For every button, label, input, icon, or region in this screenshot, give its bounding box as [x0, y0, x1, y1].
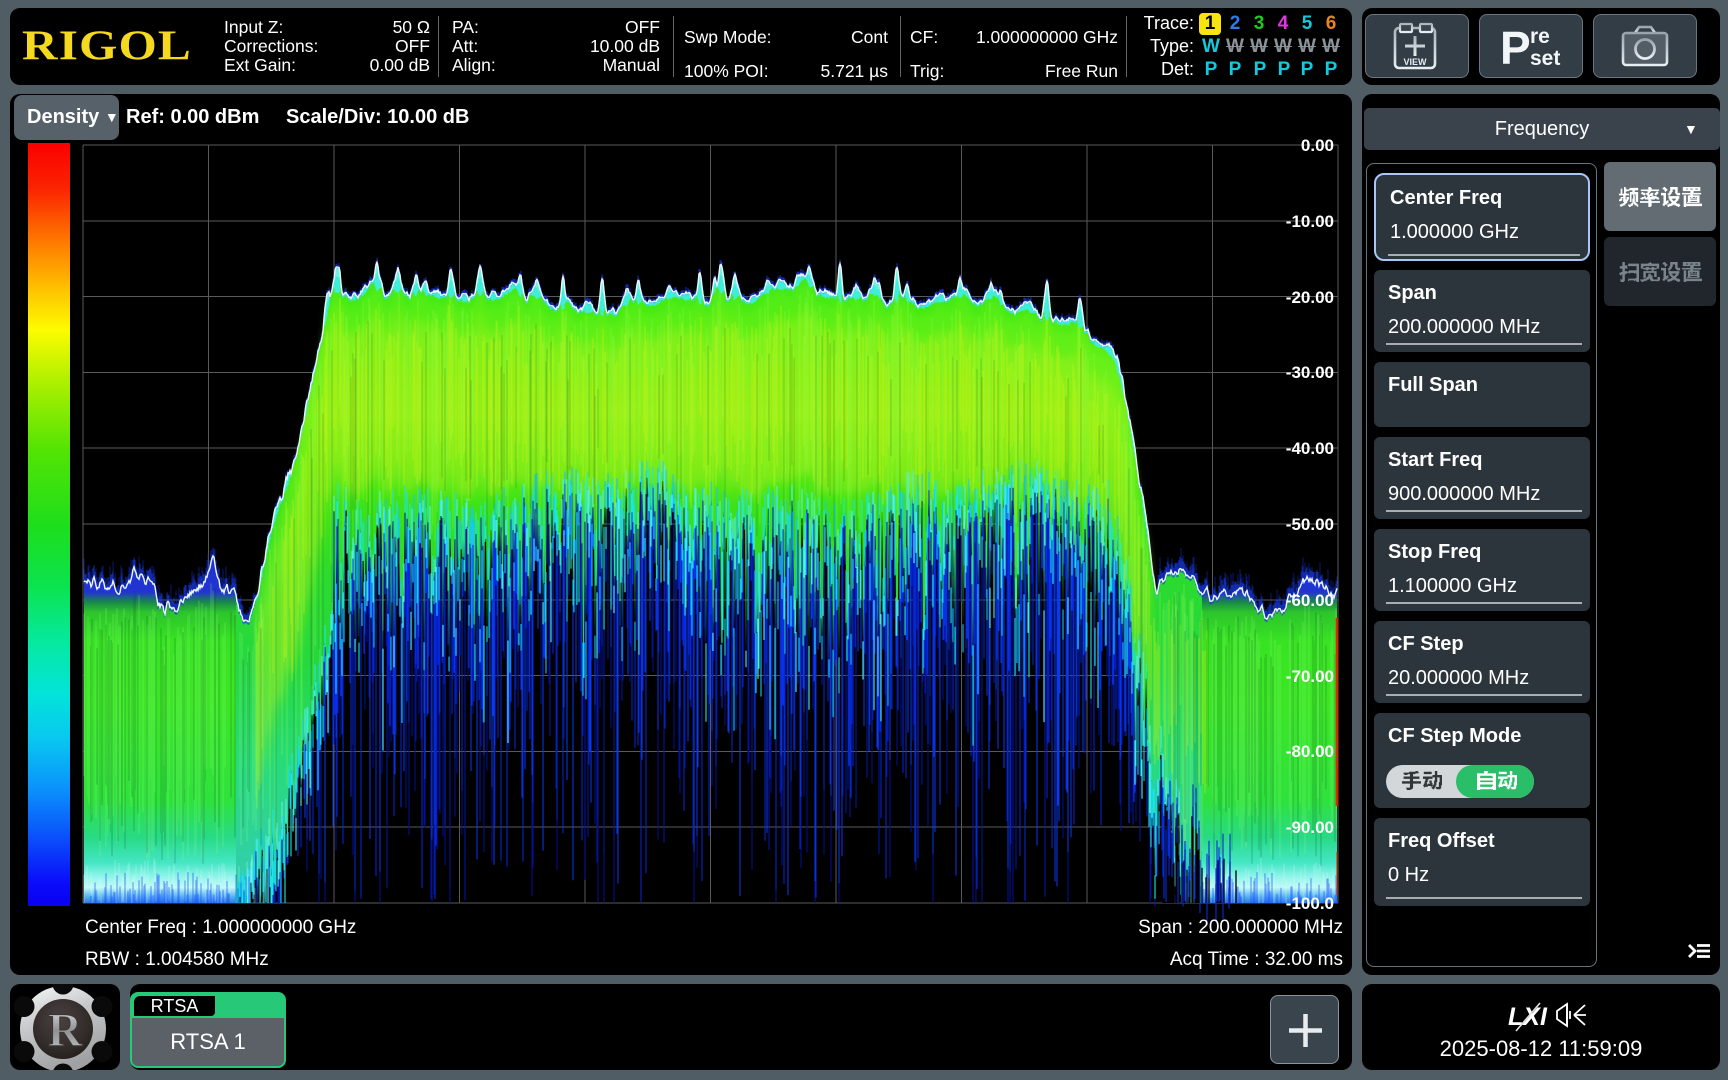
svg-text:-20.00: -20.00 — [1286, 288, 1334, 307]
svg-text:VIEW: VIEW — [1403, 57, 1427, 67]
svg-text:R: R — [48, 1004, 84, 1057]
svg-text:-70.00: -70.00 — [1286, 667, 1334, 686]
svg-text:re: re — [1530, 25, 1550, 48]
svg-text:-80.00: -80.00 — [1286, 742, 1334, 761]
svg-text:set: set — [1530, 47, 1560, 70]
svg-text:-60.00: -60.00 — [1286, 591, 1334, 610]
svg-text:-30.00: -30.00 — [1286, 363, 1334, 382]
svg-text:-90.00: -90.00 — [1286, 818, 1334, 837]
svg-text:0.00: 0.00 — [1301, 136, 1334, 155]
svg-text:-100.0: -100.0 — [1286, 894, 1334, 913]
svg-text:-50.00: -50.00 — [1286, 515, 1334, 534]
svg-text:-10.00: -10.00 — [1286, 212, 1334, 231]
svg-text:-40.00: -40.00 — [1286, 439, 1334, 458]
svg-text:P: P — [1500, 22, 1531, 73]
